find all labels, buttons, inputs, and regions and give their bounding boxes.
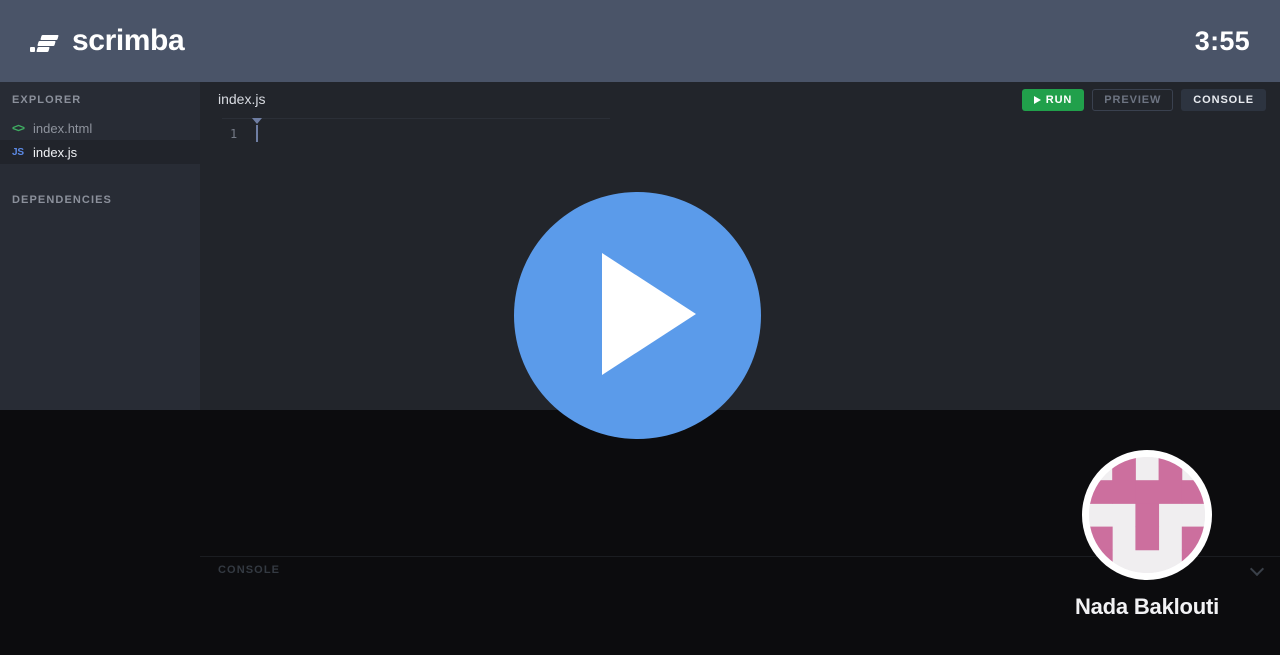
editor-action-buttons: RUN PREVIEW CONSOLE: [1021, 89, 1266, 111]
author-name: Nada Baklouti: [1074, 594, 1220, 619]
sidebar-item-index-js[interactable]: JS index.js: [0, 140, 200, 164]
tab-index-js[interactable]: index.js: [218, 91, 265, 107]
avatar: [1082, 450, 1212, 580]
author-block: Nada Baklouti: [1040, 450, 1254, 620]
editor-header: index.js RUN PREVIEW CONSOLE: [200, 82, 1280, 118]
line-number-1: 1: [230, 127, 238, 141]
caret-flag-icon: [252, 118, 262, 124]
dependencies-title: DEPENDENCIES: [12, 194, 112, 206]
play-icon: [602, 253, 696, 375]
preview-button[interactable]: PREVIEW: [1092, 89, 1174, 111]
scrimba-logo-icon: [30, 28, 62, 54]
explorer-title: EXPLORER: [12, 94, 82, 106]
active-line-rule: [222, 118, 610, 119]
play-overlay-button[interactable]: [514, 192, 761, 439]
file-name-label: index.js: [33, 144, 78, 160]
recording-timer: 3:55: [1194, 25, 1250, 56]
run-button-label: RUN: [1045, 94, 1073, 106]
run-button[interactable]: RUN: [1021, 89, 1085, 111]
sidebar-item-index-html[interactable]: <> index.html: [0, 116, 200, 140]
text-cursor: [256, 125, 258, 142]
identicon-avatar: [1089, 457, 1205, 573]
brand-name: scrimba: [72, 24, 185, 57]
file-explorer-sidebar: EXPLORER <> index.html JS index.js DEPEN…: [0, 82, 200, 410]
top-header-bar: scrimba 3:55: [0, 0, 1280, 82]
file-name-label: index.html: [33, 120, 93, 136]
play-icon: [1033, 96, 1041, 104]
html-file-icon: <>: [12, 121, 25, 135]
console-button[interactable]: CONSOLE: [1181, 89, 1266, 111]
js-file-icon: JS: [12, 146, 24, 158]
brand[interactable]: scrimba: [30, 0, 185, 82]
console-panel-label: CONSOLE: [218, 563, 281, 576]
